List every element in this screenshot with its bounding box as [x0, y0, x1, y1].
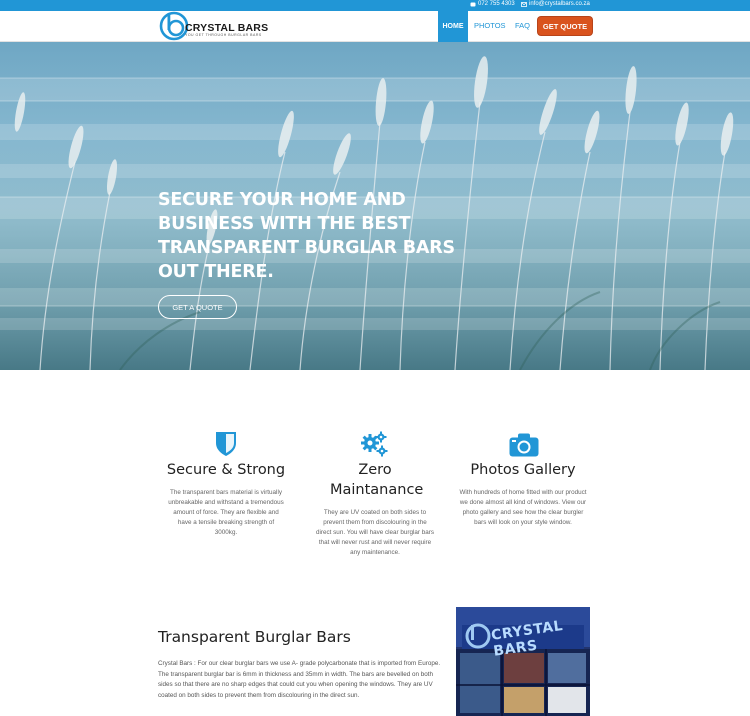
shopfront-photo: CRYSTAL BARS — [456, 607, 590, 716]
feature-title: Zero Maintanance — [330, 462, 424, 498]
hero-get-quote-button[interactable]: GET A QUOTE — [158, 295, 237, 319]
feature-photos-gallery: Photos Gallery With hundreds of home fit… — [458, 460, 588, 528]
nav-photos[interactable]: PHOTOS — [474, 21, 506, 30]
site-header: CRYSTAL BARS YOU GET THROUGH BURGLAR BAR… — [0, 11, 750, 42]
gears-icon — [361, 431, 388, 457]
camera-icon — [509, 433, 539, 457]
hero-headline: SECURE YOUR HOME AND BUSINESS WITH THE B… — [158, 190, 455, 282]
hero-banner: SECURE YOUR HOME AND BUSINESS WITH THE B… — [0, 42, 750, 370]
phone-number: 072 755 4303 — [478, 1, 515, 7]
top-contact-bar: 072 755 4303 info@crystalbars.co.za — [0, 0, 750, 11]
feature-zero-maintenance: Zero Maintanance They are UV coated on b… — [310, 460, 440, 558]
feature-description: With hundreds of home fitted with our pr… — [459, 489, 587, 526]
feature-description: The transparent bars material is virtual… — [168, 489, 284, 536]
email-contact[interactable]: info@crystalbars.co.za — [521, 1, 590, 7]
feature-description: They are UV coated on both sides to prev… — [316, 509, 434, 556]
feature-title[interactable]: Photos Gallery — [458, 460, 588, 480]
phone-icon — [470, 2, 476, 6]
get-quote-button[interactable]: GET QUOTE — [538, 17, 592, 35]
email-address: info@crystalbars.co.za — [529, 1, 590, 7]
brand-tagline: YOU GET THROUGH BURGLAR BARS — [185, 33, 262, 37]
nav-faq[interactable]: FAQ — [515, 21, 530, 30]
nav-home[interactable]: HOME — [438, 11, 468, 42]
section-body: Crystal Bars : For our clear burglar bar… — [158, 660, 441, 699]
feature-secure-strong: Secure & Strong The transparent bars mat… — [161, 460, 291, 538]
feature-title: Secure & Strong — [166, 462, 286, 478]
envelope-icon — [521, 1, 527, 7]
phone-contact[interactable]: 072 755 4303 — [470, 1, 515, 7]
shield-icon — [216, 432, 236, 456]
section-title: Transparent Burglar Bars — [158, 628, 351, 646]
